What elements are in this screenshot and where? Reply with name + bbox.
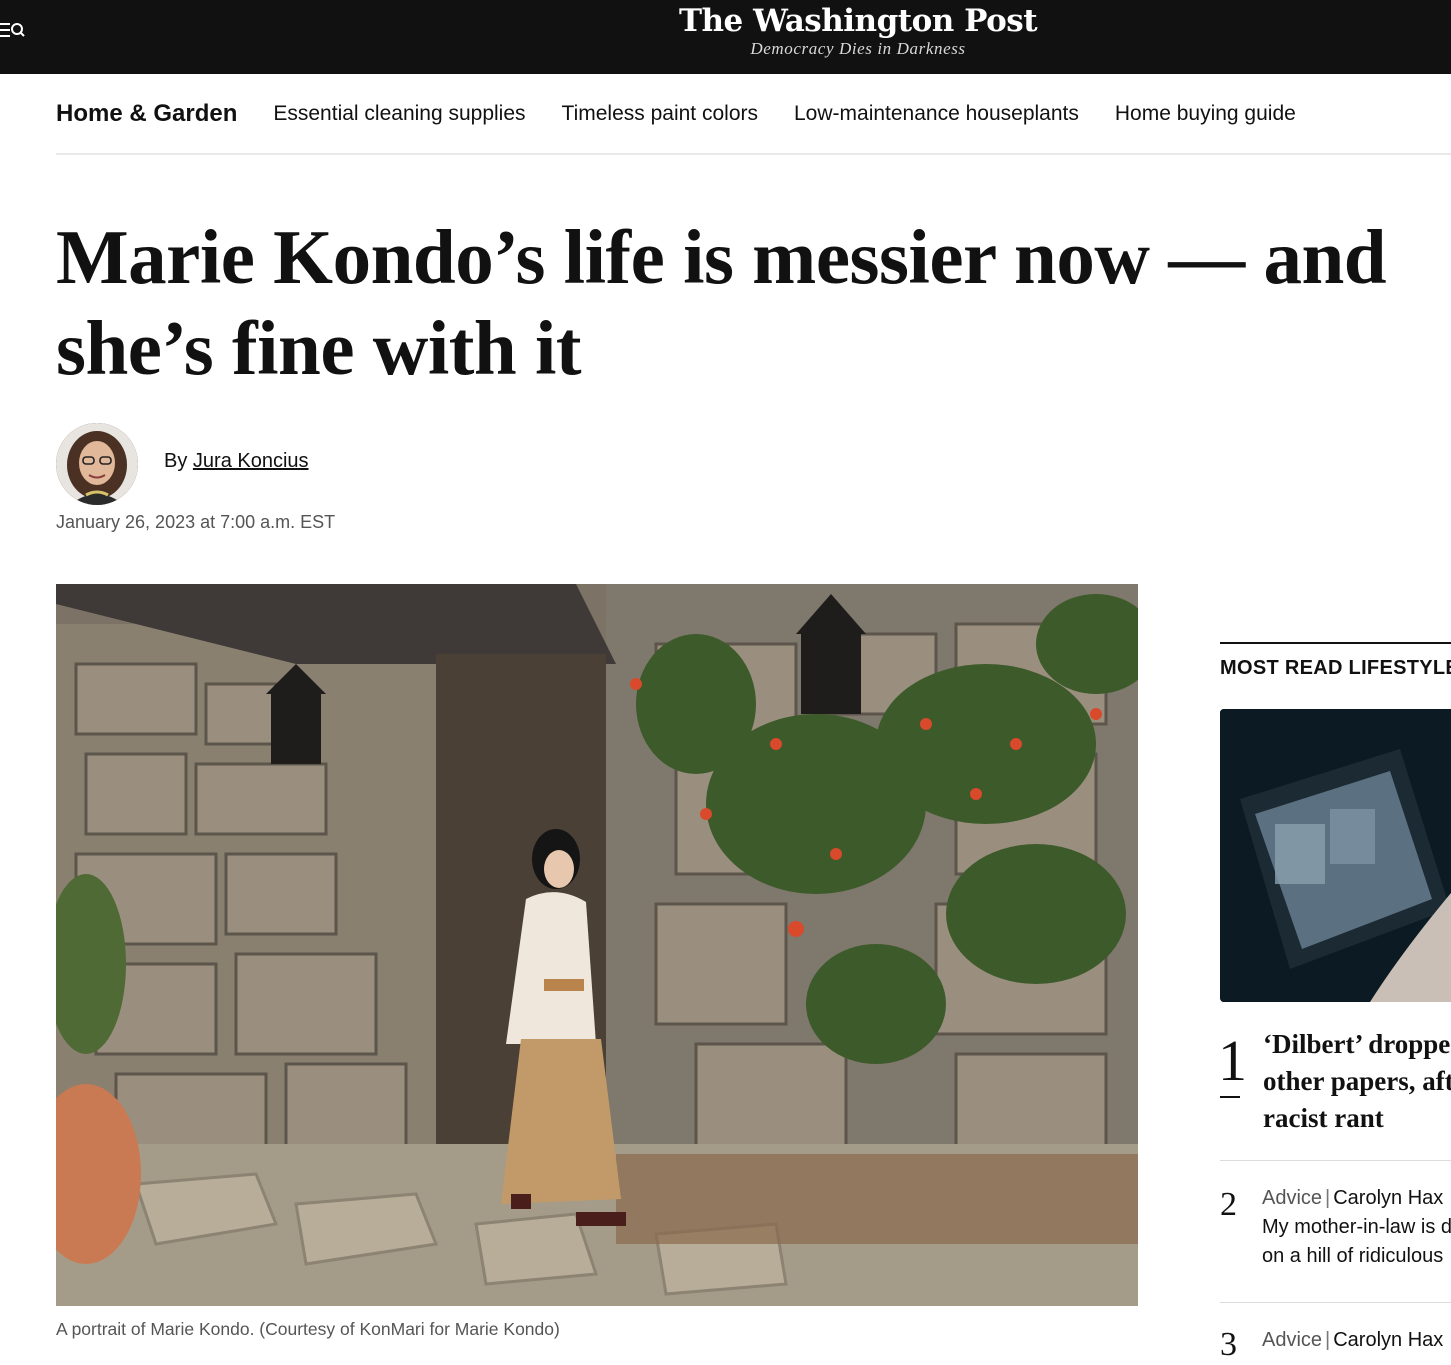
author-link[interactable]: Jura Koncius [193,450,309,472]
story-1-title: ‘Dilbert’ dropped by other papers, after… [1263,1029,1451,1133]
most-read-heading: MOST READ LIFESTYLE [1220,657,1451,679]
lead-photo[interactable] [56,584,1138,1306]
masthead: The Washington Post Democracy Dies in Da… [0,0,1451,74]
author-avatar[interactable] [56,423,138,505]
story-3-kicker[interactable]: Advice [1262,1329,1322,1351]
story-divider [1220,1302,1451,1303]
section-nav: Home & Garden Essential cleaning supplie… [56,96,1451,132]
brand-name: The Washington Post [678,3,1038,39]
most-read-story-2[interactable]: My mother-in-law is dying on a hill of r… [1262,1213,1451,1271]
story-2-author[interactable]: Carolyn Hax [1333,1187,1443,1209]
section-title[interactable]: Home & Garden [56,100,237,128]
byline: By Jura Koncius [164,450,309,473]
most-read-story-1[interactable]: ‘Dilbert’ dropped by other papers, after… [1263,1026,1451,1137]
story-divider [1220,1160,1451,1161]
most-read-photo[interactable] [1220,709,1451,1002]
nav-link-cleaning-supplies[interactable]: Essential cleaning supplies [273,102,525,126]
brand-tagline: Democracy Dies in Darkness [750,39,966,58]
nav-link-paint-colors[interactable]: Timeless paint colors [562,102,758,126]
sidebar-rule [1220,642,1451,644]
story-2-kicker[interactable]: Advice [1262,1187,1322,1209]
nav-link-houseplants[interactable]: Low-maintenance houseplants [794,102,1079,126]
nav-link-home-buying[interactable]: Home buying guide [1115,102,1296,126]
brand-logo[interactable]: The Washington Post Democracy Dies in Da… [0,2,1451,58]
rank-underline [1220,1096,1240,1098]
article-headline: Marie Kondo’s life is messier now — and … [56,214,1387,391]
story-rank-1: 1 [1218,1028,1247,1093]
byline-prefix: By [164,450,188,472]
nav-divider [56,153,1451,155]
story-2-meta: Advice | Carolyn Hax [1262,1187,1444,1209]
story-3-meta: Advice | Carolyn Hax [1262,1329,1444,1351]
publish-date: January 26, 2023 at 7:00 a.m. EST [56,512,336,532]
story-3-author[interactable]: Carolyn Hax [1333,1329,1443,1351]
photo-caption: A portrait of Marie Kondo. (Courtesy of … [56,1319,560,1339]
story-rank-2: 2 [1220,1186,1237,1223]
story-rank-3: 3 [1220,1326,1237,1363]
